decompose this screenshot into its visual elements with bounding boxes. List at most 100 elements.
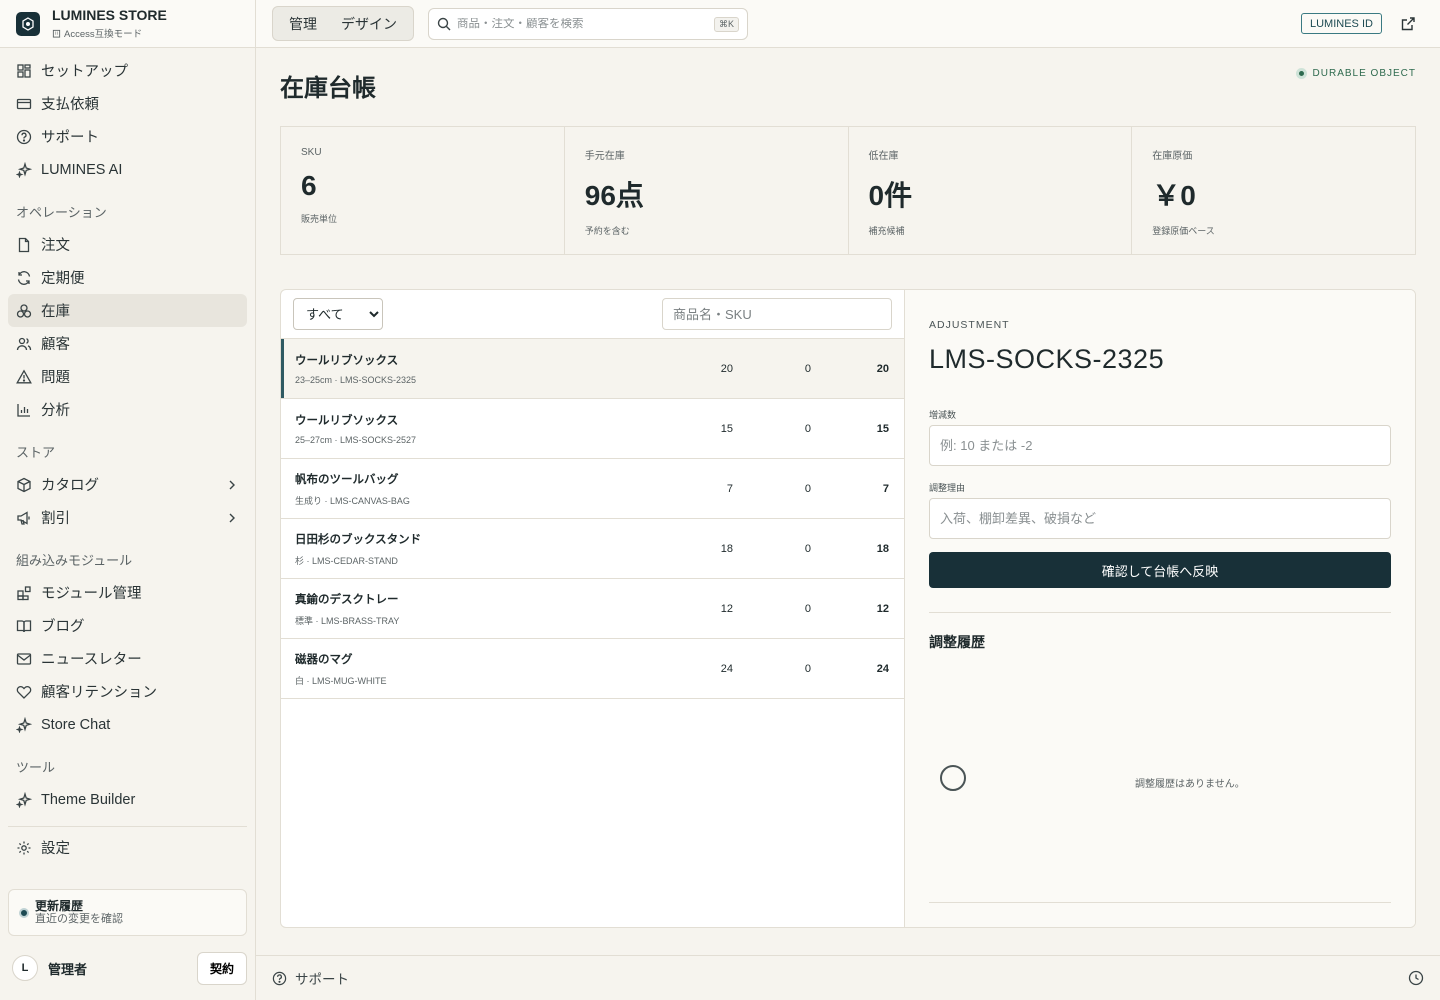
stat-sub: 予約を含む [584, 226, 630, 236]
sidebar-item-discounts[interactable]: 割引 [8, 501, 247, 534]
sidebar-item-subscriptions[interactable]: 定期便 [8, 261, 247, 294]
available-qty: 15 [876, 422, 889, 435]
avatar[interactable]: L [12, 955, 38, 981]
product-sku: 生成り · LMS-CANVAS-BAG [295, 495, 410, 506]
main-content: 在庫台帳 DURABLE OBJECT SKU 6 販売単位 手元在庫 96点 … [256, 48, 1440, 954]
sidebar-item-module-management[interactable]: モジュール管理 [8, 576, 247, 609]
qty-label: 増減数 [929, 410, 957, 420]
status-dot [1295, 68, 1307, 79]
lumines-id-button[interactable]: LUMINES ID [1301, 13, 1382, 34]
tab-design[interactable]: デザイン [329, 6, 409, 41]
search-input[interactable] [457, 18, 714, 30]
package-icon [17, 477, 31, 492]
inventory-search-input[interactable] [662, 298, 892, 330]
product-sku: 杉 · LMS-CEDAR-STAND [295, 555, 398, 566]
stat-label: 在庫原価 [1152, 151, 1193, 162]
stat-value: 6 [301, 170, 317, 201]
stat-on-hand: 手元在庫 96点 予約を含む [565, 127, 849, 254]
sidebar-item-support[interactable]: サポート [8, 120, 247, 153]
sparkles-icon [16, 791, 32, 808]
contract-button[interactable]: 契約 [196, 951, 247, 985]
sidebar-item-lumines-ai[interactable]: LUMINES AI [8, 153, 247, 186]
stats-row: SKU 6 販売単位 手元在庫 96点 予約を含む 低在庫 0件 補充候補 在庫… [280, 126, 1416, 255]
sidebar-item-customers[interactable]: 顧客 [8, 327, 247, 360]
loading-spinner-icon [940, 765, 966, 791]
reason-input[interactable] [929, 498, 1391, 539]
list-toolbar: すべて [281, 290, 904, 339]
table-row[interactable]: 日田杉のブックスタンド 杉 · LMS-CEDAR-STAND 18 0 18 [281, 519, 904, 579]
sidebar-divider [8, 826, 247, 827]
sidebar-item-retention[interactable]: 顧客リテンション [8, 675, 247, 708]
sidebar-item-label: Store Chat [41, 716, 111, 733]
stat-label: 低在庫 [868, 151, 899, 162]
brand-header[interactable]: LUMINES STORE Access互換モード [0, 0, 255, 48]
sidebar-item-label: ニュースレター [41, 652, 142, 668]
sidebar-item-blog[interactable]: ブログ [8, 609, 247, 642]
table-row[interactable]: 帆布のツールバッグ 生成り · LMS-CANVAS-BAG 7 0 7 [281, 459, 904, 519]
qty-input[interactable] [929, 425, 1391, 466]
blocks-icon [17, 585, 31, 600]
sidebar-item-label: 問題 [41, 370, 70, 386]
sidebar-item-label: 顧客リテンション [41, 685, 157, 701]
divider [929, 612, 1391, 613]
chevron-right-icon [229, 480, 235, 489]
filter-select[interactable]: すべて [293, 298, 383, 330]
sidebar-item-inventory[interactable]: 在庫 [8, 294, 247, 327]
mail-icon [16, 652, 32, 665]
gear-icon [17, 841, 31, 854]
sidebar-item-label: 設定 [41, 841, 70, 857]
on-hand-qty: 18 [720, 542, 733, 555]
section-title-tools: ツール [16, 760, 56, 775]
stat-low-stock: 低在庫 0件 補充候補 [849, 127, 1133, 254]
divider [929, 902, 1391, 903]
clock-icon[interactable] [1408, 970, 1424, 986]
sidebar-item-store-chat[interactable]: Store Chat [8, 708, 247, 741]
stat-label: 手元在庫 [584, 151, 625, 162]
sidebar-item-issues[interactable]: 問題 [8, 360, 247, 393]
sidebar-nav: セットアップ 支払依頼 サポート LUMINES AI オペレーション 注文 定… [0, 48, 255, 864]
wallet-icon [16, 98, 32, 109]
status-dot [19, 907, 29, 918]
sidebar-item-payment-requests[interactable]: 支払依頼 [8, 87, 247, 120]
sidebar-item-orders[interactable]: 注文 [8, 228, 247, 261]
reserved-qty: 0 [804, 482, 811, 495]
sidebar-item-theme-builder[interactable]: Theme Builder [8, 783, 247, 816]
footer-support-label: サポート [295, 972, 349, 987]
table-row[interactable]: ウールリブソックス 25–27cm · LMS-SOCKS-2527 15 0 … [281, 399, 904, 459]
available-qty: 12 [876, 602, 889, 615]
table-row[interactable]: 真鍮のデスクトレー 標準 · LMS-BRASS-TRAY 12 0 12 [281, 579, 904, 639]
sidebar-item-label: LUMINES AI [41, 161, 123, 178]
stat-sub: 登録原価ベース [1152, 226, 1215, 236]
on-hand-qty: 15 [720, 422, 733, 435]
sidebar-item-catalog[interactable]: カタログ [8, 468, 247, 501]
stat-value: ￥0 [1152, 180, 1196, 211]
table-row[interactable]: ウールリブソックス 23–25cm · LMS-SOCKS-2325 20 0 … [281, 339, 904, 399]
user-bar: L 管理者 契約 [0, 944, 255, 992]
table-row[interactable]: 磁器のマグ 白 · LMS-MUG-WHITE 24 0 24 [281, 639, 904, 699]
on-hand-qty: 20 [720, 362, 733, 375]
adjustment-label: ADJUSTMENT [929, 319, 1010, 331]
on-hand-qty: 12 [720, 602, 733, 615]
sidebar-item-analytics[interactable]: 分析 [8, 393, 247, 426]
reserved-qty: 0 [804, 362, 811, 375]
changelog-card[interactable]: 更新履歴 直近の変更を確認 [8, 889, 247, 936]
store-logo-icon [16, 11, 40, 36]
grid-icon [17, 63, 31, 78]
sparkles-icon [16, 716, 32, 733]
tab-admin[interactable]: 管理 [277, 6, 329, 41]
sparkles-icon [16, 161, 32, 178]
heart-icon [16, 685, 32, 699]
sidebar-item-setup[interactable]: セットアップ [8, 54, 247, 87]
sidebar-item-newsletter[interactable]: ニュースレター [8, 642, 247, 675]
reserved-qty: 0 [804, 602, 811, 615]
footer-support-link[interactable]: サポート [272, 968, 349, 988]
stat-value: 0件 [868, 180, 913, 211]
sidebar-item-settings[interactable]: 設定 [8, 831, 247, 864]
external-link-icon[interactable] [1400, 16, 1416, 32]
submit-adjustment-button[interactable]: 確認して台帳へ反映 [929, 552, 1391, 588]
chevron-right-icon [229, 513, 235, 522]
adjustment-panel: ADJUSTMENT LMS-SOCKS-2325 増減数 調整理由 確認して台… [905, 290, 1415, 927]
search-icon [437, 17, 451, 31]
user-name: 管理者 [48, 961, 88, 977]
product-sku: 25–27cm · LMS-SOCKS-2527 [295, 435, 417, 445]
